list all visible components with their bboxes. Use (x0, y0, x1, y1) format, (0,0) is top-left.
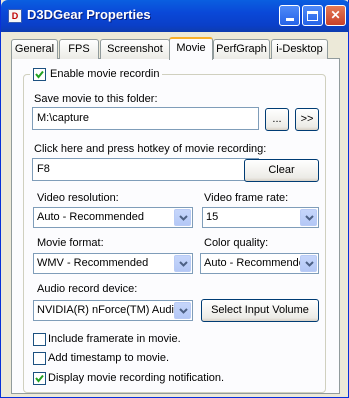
minimize-button[interactable] (279, 5, 300, 26)
framerate-value: 15 (206, 211, 219, 223)
framerate-label: Video frame rate: (204, 192, 289, 204)
open-folder-button[interactable]: >> (295, 108, 319, 131)
chevron-down-icon (179, 261, 188, 267)
chevron-down-icon (179, 215, 188, 221)
framerate-select[interactable]: 15 (202, 207, 319, 228)
quality-dropdown-arrow[interactable] (300, 255, 317, 272)
format-select[interactable]: WMV - Recommended (33, 253, 193, 274)
enable-movie-legend: Enable movie recordin (30, 67, 162, 83)
audio-label: Audio record device: (37, 283, 138, 295)
add-timestamp-label[interactable]: Add timestamp to movie. (48, 352, 169, 364)
tab-movie[interactable]: Movie (169, 37, 213, 60)
audio-device-value: NVIDIA(R) nForce(TM) Audio (37, 304, 181, 316)
quality-select[interactable]: Auto - Recommende (200, 253, 319, 274)
tab-i-desktop[interactable]: i-Desktop (271, 39, 328, 59)
folder-label: Save movie to this folder: (34, 93, 158, 105)
resolution-select[interactable]: Auto - Recommended (33, 207, 193, 228)
include-framerate-label[interactable]: Include framerate in movie. (48, 333, 181, 345)
folder-input[interactable]: M:\capture (32, 107, 259, 130)
clear-hotkey-button[interactable]: Clear (244, 159, 319, 182)
chevron-down-icon (305, 215, 314, 221)
enable-movie-label[interactable]: Enable movie recordin (50, 68, 159, 80)
browse-folder-button[interactable]: ... (265, 108, 289, 131)
format-label: Movie format: (37, 237, 104, 249)
resolution-dropdown-arrow[interactable] (174, 209, 191, 226)
window-title: D3DGear Properties (27, 7, 151, 22)
enable-movie-checkbox[interactable] (33, 68, 46, 81)
properties-window: D D3DGear Properties ✕ General FPS Scree… (0, 0, 349, 398)
audio-dropdown-arrow[interactable] (174, 302, 191, 319)
chevron-down-icon (179, 308, 188, 314)
quality-value: Auto - Recommende (204, 257, 305, 269)
display-notification-label[interactable]: Display movie recording notification. (48, 372, 224, 384)
app-icon: D (8, 9, 22, 23)
tab-screenshot[interactable]: Screenshot (100, 39, 170, 59)
tab-general[interactable]: General (11, 39, 58, 59)
minimize-icon (285, 18, 294, 21)
display-notification-checkbox[interactable] (33, 372, 46, 385)
resolution-value: Auto - Recommended (37, 211, 144, 223)
maximize-button[interactable] (302, 5, 323, 26)
add-timestamp-checkbox[interactable] (33, 352, 46, 365)
chevron-down-icon (305, 261, 314, 267)
hotkey-label: Click here and press hotkey of movie rec… (34, 143, 267, 155)
audio-device-select[interactable]: NVIDIA(R) nForce(TM) Audio (33, 300, 193, 321)
quality-label: Color quality: (204, 237, 269, 249)
maximize-icon (307, 11, 318, 21)
tab-fps[interactable]: FPS (59, 39, 99, 59)
close-icon: ✕ (330, 8, 341, 22)
format-value: WMV - Recommended (37, 257, 149, 269)
include-framerate-checkbox[interactable] (33, 333, 46, 346)
check-mark-icon (35, 70, 44, 79)
tab-perfgraph[interactable]: PerfGraph (213, 39, 270, 59)
close-button[interactable]: ✕ (325, 5, 346, 26)
check-mark-icon (35, 374, 44, 383)
hotkey-input[interactable]: F8 (32, 158, 259, 181)
select-input-volume-button[interactable]: Select Input Volume (201, 299, 319, 322)
format-dropdown-arrow[interactable] (174, 255, 191, 272)
framerate-dropdown-arrow[interactable] (300, 209, 317, 226)
resolution-label: Video resolution: (37, 192, 119, 204)
title-bar[interactable]: D D3DGear Properties ✕ (1, 0, 349, 32)
